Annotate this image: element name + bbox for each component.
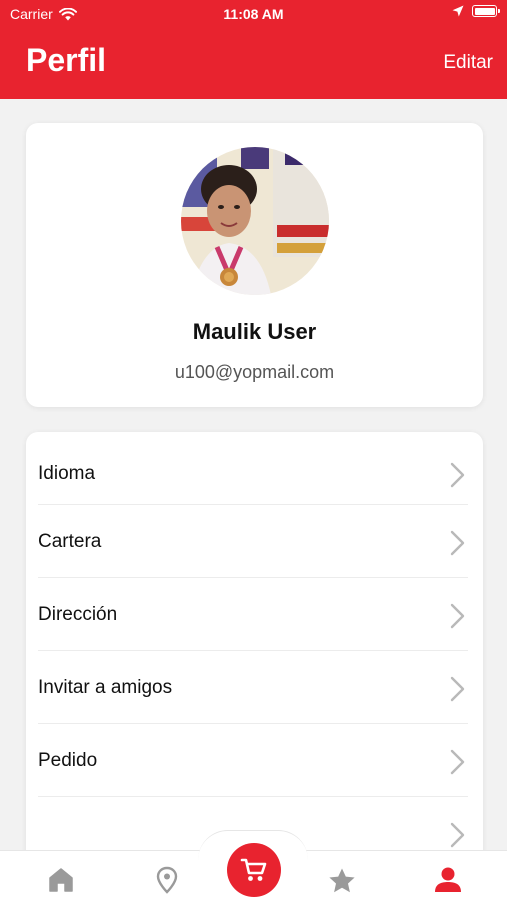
avatar-photo	[181, 147, 329, 295]
battery-icon	[472, 5, 500, 17]
nav-bar: Perfil Editar	[0, 28, 507, 99]
user-icon	[435, 867, 461, 892]
chevron-right-icon	[450, 822, 465, 848]
menu-item-label: Invitar a amigos	[38, 677, 173, 698]
menu-item-label: Pedido	[38, 750, 98, 771]
tab-cart[interactable]	[227, 843, 281, 897]
edit-button[interactable]: Editar	[443, 52, 493, 74]
menu-item-label: Cartera	[38, 531, 102, 552]
chevron-right-icon	[450, 462, 465, 488]
divider	[38, 650, 468, 651]
status-bar: Carrier 11:08 AM	[0, 0, 507, 28]
star-icon	[329, 868, 355, 892]
menu-item-invitar-amigos[interactable]: Invitar a amigos	[26, 659, 483, 719]
location-pin-icon	[156, 866, 178, 894]
chevron-right-icon	[450, 676, 465, 702]
chevron-right-icon	[450, 603, 465, 629]
tab-profile[interactable]	[433, 866, 463, 894]
avatar[interactable]	[181, 147, 329, 295]
cart-icon	[240, 858, 267, 881]
settings-menu: Idioma Cartera Dirección Invitar a amigo…	[26, 432, 483, 850]
profile-content[interactable]: Maulik User u100@yopmail.com Idioma Cart…	[0, 99, 507, 850]
divider	[38, 577, 468, 578]
home-icon	[49, 868, 73, 892]
tab-favorites[interactable]	[327, 866, 357, 894]
menu-item-label: Dirección	[38, 604, 118, 625]
profile-name: Maulik User	[192, 319, 317, 344]
chevron-right-icon	[450, 530, 465, 556]
tab-location[interactable]	[152, 866, 182, 894]
divider	[38, 796, 468, 797]
chevron-right-icon	[450, 749, 465, 775]
menu-item-idioma[interactable]: Idioma	[26, 445, 483, 505]
profile-card: Maulik User u100@yopmail.com	[26, 123, 483, 407]
menu-item-pedido[interactable]: Pedido	[26, 732, 483, 792]
location-arrow-icon	[452, 5, 464, 17]
divider	[38, 504, 468, 505]
menu-item-label: Idioma	[38, 463, 96, 484]
profile-email: u100@yopmail.com	[174, 362, 335, 382]
menu-item-cartera[interactable]: Cartera	[26, 513, 483, 573]
tab-home[interactable]	[46, 866, 76, 894]
page-title: Perfil	[26, 42, 107, 78]
status-right	[452, 5, 500, 17]
menu-item-direccion[interactable]: Dirección	[26, 586, 483, 646]
divider	[38, 723, 468, 724]
status-time: 11:08 AM	[223, 6, 284, 22]
